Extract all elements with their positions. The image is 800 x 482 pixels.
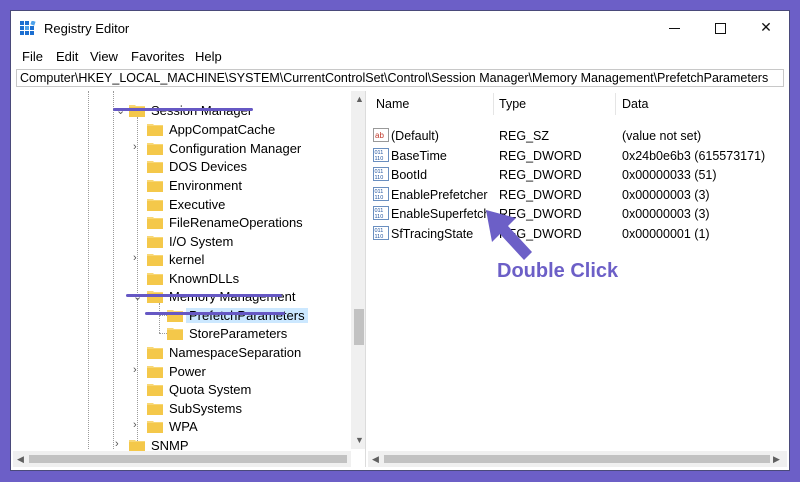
tree-guide-line [137, 117, 138, 449]
registry-tree: ⌄ Session Manager AppCompatCache › Confi… [13, 91, 366, 467]
close-icon: ✕ [760, 19, 772, 35]
string-value-icon: ab [373, 128, 389, 142]
tree-guide-line [159, 333, 167, 334]
tree-guide-line [113, 91, 114, 449]
folder-icon [147, 236, 163, 248]
folder-icon [147, 124, 163, 136]
svg-text:110: 110 [375, 175, 384, 181]
folder-icon [129, 440, 145, 452]
menu-favorites[interactable]: Favorites [131, 49, 184, 64]
close-button[interactable]: ✕ [743, 11, 789, 43]
svg-text:110: 110 [375, 234, 384, 240]
folder-icon [147, 143, 163, 155]
folder-icon [147, 180, 163, 192]
svg-text:110: 110 [375, 214, 384, 220]
maximize-button[interactable] [697, 11, 743, 43]
menu-help[interactable]: Help [195, 49, 222, 64]
column-divider[interactable] [615, 93, 616, 115]
chevron-right-icon[interactable]: › [133, 364, 137, 376]
folder-icon [147, 384, 163, 396]
highlight-underline [113, 108, 253, 111]
value-row-bootid[interactable]: 011 110 BootId REG_DWORD 0x00000033 (51) [368, 165, 787, 184]
menu-edit[interactable]: Edit [56, 49, 78, 64]
window-title: Registry Editor [44, 21, 130, 36]
tree-vertical-scrollbar[interactable]: ▲ ▼ [351, 91, 365, 449]
minimize-button[interactable] [651, 11, 697, 43]
column-header-type[interactable]: Type [499, 97, 526, 111]
folder-icon [167, 328, 183, 340]
folder-icon [147, 217, 163, 229]
folder-icon [147, 403, 163, 415]
value-row-sftracingstate[interactable]: 011 110 SfTracingState REG_DWORD 0x000000… [368, 224, 787, 243]
column-divider[interactable] [493, 93, 494, 115]
dword-value-icon: 011110 [373, 167, 389, 181]
title-bar: Registry Editor ✕ [11, 11, 789, 45]
value-row-default[interactable]: ab (Default) REG_SZ (value not set) [368, 126, 787, 145]
folder-icon [147, 421, 163, 433]
dword-value-icon: 011110 [373, 206, 389, 220]
folder-icon [147, 347, 163, 359]
scroll-up-icon[interactable]: ▲ [355, 94, 364, 104]
highlight-underline [145, 312, 285, 315]
dword-value-icon: 011110 [373, 148, 389, 162]
tree-horizontal-scrollbar[interactable]: ◀ [13, 451, 351, 467]
address-bar[interactable]: Computer\HKEY_LOCAL_MACHINE\SYSTEM\Curre… [16, 69, 784, 87]
chevron-right-icon[interactable]: › [133, 141, 137, 153]
column-header-data[interactable]: Data [622, 97, 648, 111]
tree-guide-line [88, 91, 89, 449]
value-row-enableprefetcher[interactable]: 011 110 EnablePrefetcher REG_DWORD 0x0000… [368, 185, 787, 204]
annotation-label: Double Click [497, 260, 619, 282]
folder-icon [147, 273, 163, 285]
scroll-left-icon[interactable]: ◀ [17, 454, 24, 465]
scroll-thumb[interactable] [29, 455, 347, 463]
minimize-icon [668, 27, 680, 29]
column-header-name[interactable]: Name [376, 97, 409, 111]
folder-icon [147, 366, 163, 378]
svg-text:110: 110 [375, 156, 384, 162]
value-row-enablesuperfetch[interactable]: 011 110 EnableSuperfetch REG_DWORD 0x0000… [368, 204, 787, 223]
svg-text:ab: ab [375, 131, 384, 140]
value-row-basetime[interactable]: 011 110 BaseTime REG_DWORD 0x24b0e6b3 (61… [368, 146, 787, 165]
chevron-right-icon[interactable]: › [133, 419, 137, 431]
dword-value-icon: 011110 [373, 226, 389, 240]
scroll-left-icon[interactable]: ◀ [372, 454, 379, 465]
menu-bar: File Edit View Favorites Help [11, 47, 789, 67]
scroll-right-icon[interactable]: ▶ [773, 454, 780, 465]
svg-text:110: 110 [375, 195, 384, 201]
scroll-thumb[interactable] [354, 309, 364, 345]
tree-guide-line [159, 315, 167, 316]
chevron-right-icon[interactable]: › [115, 438, 119, 450]
registry-editor-icon [20, 21, 36, 35]
maximize-icon [714, 22, 726, 34]
tree-guide-line [159, 303, 160, 333]
folder-icon [167, 310, 183, 322]
values-horizontal-scrollbar[interactable]: ◀ ▶ [368, 451, 787, 467]
registry-editor-window: Registry Editor ✕ File Edit View Favorit… [10, 10, 790, 471]
folder-icon [147, 161, 163, 173]
menu-file[interactable]: File [22, 49, 43, 64]
highlight-underline [126, 294, 282, 297]
dword-value-icon: 011110 [373, 187, 389, 201]
chevron-right-icon[interactable]: › [133, 252, 137, 264]
folder-icon [147, 199, 163, 211]
scroll-thumb[interactable] [384, 455, 770, 463]
scroll-down-icon[interactable]: ▼ [355, 435, 364, 445]
folder-icon [147, 254, 163, 266]
menu-view[interactable]: View [90, 49, 118, 64]
